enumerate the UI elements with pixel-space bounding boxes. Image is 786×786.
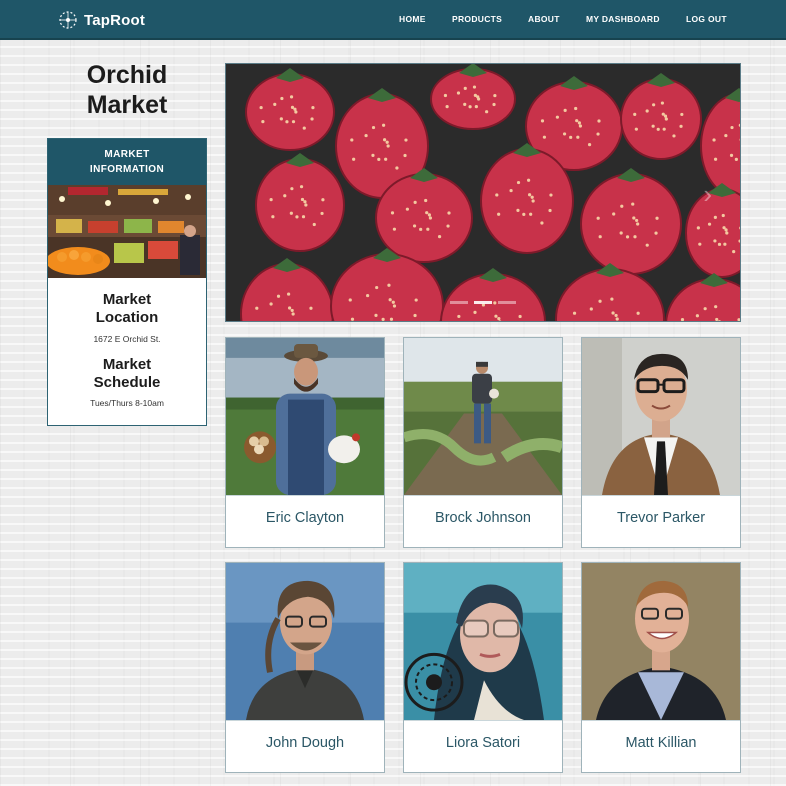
nav-products-link[interactable]: PRODUCTS	[452, 14, 502, 24]
vendor-name: Trevor Parker	[616, 510, 706, 526]
vendor-card[interactable]: Eric Clayton	[225, 337, 385, 548]
market-stall-image	[48, 185, 206, 278]
vendor-name: Liora Satori	[445, 735, 521, 751]
vendor-photo	[404, 338, 562, 496]
carousel-indicator[interactable]	[498, 301, 516, 304]
carousel-indicators	[226, 301, 740, 304]
market-info-header-line2: INFORMATION	[89, 164, 165, 175]
vendor-name: John Dough	[265, 735, 345, 751]
nav-home-link[interactable]: HOME	[399, 14, 426, 24]
vendor-name: Matt Killian	[625, 735, 697, 751]
market-info-header: MARKET INFORMATION	[48, 139, 206, 185]
vendor-photo	[582, 338, 740, 496]
vendor-photo	[404, 563, 562, 721]
top-navbar: TapRoot HOME PRODUCTS ABOUT MY DASHBOARD…	[0, 0, 786, 40]
carousel-indicator[interactable]	[474, 301, 492, 304]
schedule-heading: Market Schedule	[48, 356, 206, 392]
location-value: 1672 E Orchid St.	[93, 334, 161, 344]
vendor-card[interactable]: Trevor Parker	[581, 337, 741, 548]
market-title-line1: Orchid	[86, 61, 168, 89]
location-heading: Market Location	[48, 291, 206, 327]
schedule-heading-line1: Market	[102, 356, 152, 373]
market-title-line2: Market	[86, 91, 168, 119]
vendor-card[interactable]: Brock Johnson	[403, 337, 563, 548]
vendor-card[interactable]: Liora Satori	[403, 562, 563, 773]
vendor-photo	[226, 563, 384, 721]
vendor-name: Brock Johnson	[435, 510, 531, 526]
carousel-next-icon[interactable]: ›	[703, 181, 712, 207]
vendor-name: Eric Clayton	[265, 510, 345, 526]
nav-links: HOME PRODUCTS ABOUT MY DASHBOARD LOG OUT	[0, 14, 786, 28]
location-heading-line1: Market	[102, 291, 152, 308]
schedule-heading-line2: Schedule	[93, 374, 161, 391]
carousel-indicator[interactable]	[450, 301, 468, 304]
vendor-photo	[582, 563, 740, 721]
strawberries-image	[226, 64, 740, 321]
hero-carousel[interactable]: ›	[225, 63, 741, 322]
market-info-header-line1: MARKET	[104, 149, 150, 160]
nav-logout-link[interactable]: LOG OUT	[686, 14, 727, 24]
vendor-card[interactable]: Matt Killian	[581, 562, 741, 773]
market-info-card: MARKET INFORMATION Market Location 1672 …	[47, 138, 207, 426]
vendor-card[interactable]: John Dough	[225, 562, 385, 773]
nav-about-link[interactable]: ABOUT	[528, 14, 560, 24]
market-title: Orchid Market	[47, 60, 207, 120]
schedule-value: Tues/Thurs 8-10am	[90, 398, 164, 408]
location-heading-line2: Location	[95, 309, 159, 326]
nav-dashboard-link[interactable]: MY DASHBOARD	[586, 14, 660, 24]
vendor-photo	[226, 338, 384, 496]
